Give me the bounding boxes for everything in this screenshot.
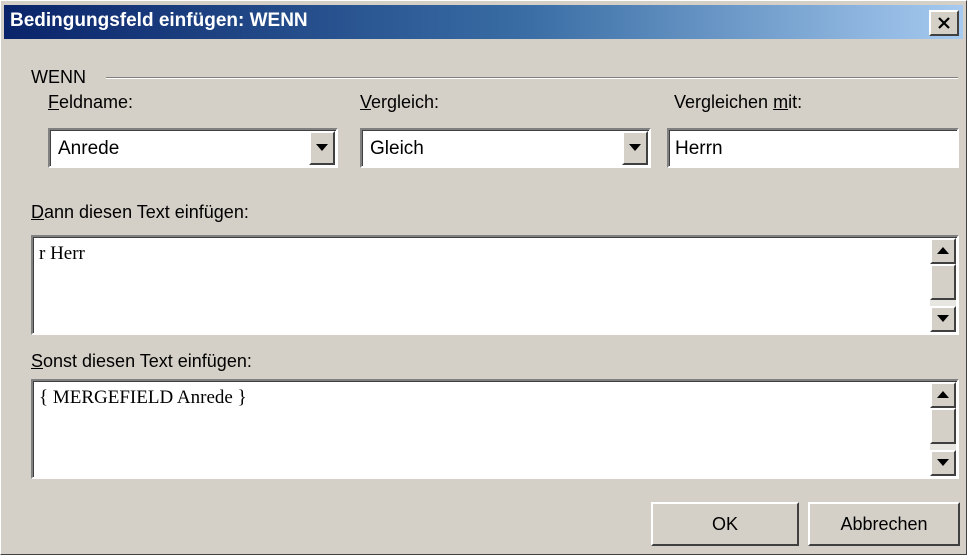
comparison-label: Vergleich: bbox=[360, 92, 439, 113]
comparison-combobox[interactable]: Gleich bbox=[360, 128, 651, 168]
else-text-value: { MERGEFIELD Anrede } bbox=[39, 387, 247, 408]
then-text-accelerator: D bbox=[31, 202, 44, 222]
fieldname-dropdown-button[interactable] bbox=[309, 131, 335, 165]
compare-with-value: Herrn bbox=[675, 138, 723, 159]
then-text-label: Dann diesen Text einfügen: bbox=[31, 202, 249, 223]
comparison-value: Gleich bbox=[370, 138, 424, 159]
group-label-wenn: WENN bbox=[31, 67, 86, 87]
comparison-label-rest: ergleich: bbox=[371, 92, 440, 112]
else-text-area[interactable]: { MERGEFIELD Anrede } bbox=[31, 379, 959, 479]
then-scroll-up-button[interactable] bbox=[930, 238, 956, 264]
else-text-label-rest: onst diesen Text einfügen: bbox=[43, 351, 252, 371]
compare-with-label-rest: it: bbox=[788, 92, 803, 112]
else-text-label: Sonst diesen Text einfügen: bbox=[31, 351, 252, 372]
dialog-title: Bedingungsfeld einfügen: WENN bbox=[10, 10, 308, 31]
else-scroll-down-button[interactable] bbox=[930, 450, 956, 476]
then-text-value: r Herr bbox=[39, 243, 85, 264]
compare-with-input[interactable]: Herrn bbox=[667, 128, 959, 168]
else-scroll-thumb[interactable] bbox=[930, 408, 956, 444]
scroll-up-arrow-icon bbox=[937, 247, 949, 254]
fieldname-label: Feldname: bbox=[48, 92, 133, 113]
scroll-down-arrow-icon bbox=[937, 459, 949, 466]
insert-if-field-dialog: Bedingungsfeld einfügen: WENN WENN Feldn… bbox=[0, 0, 967, 555]
fieldname-label-rest: eldname: bbox=[59, 92, 134, 112]
fieldname-combobox[interactable]: Anrede bbox=[48, 128, 338, 168]
fieldname-value: Anrede bbox=[58, 138, 120, 159]
comparison-dropdown-button[interactable] bbox=[622, 131, 648, 165]
then-text-label-rest: ann diesen Text einfügen: bbox=[44, 202, 249, 222]
title-bar[interactable]: Bedingungsfeld einfügen: WENN bbox=[4, 5, 963, 39]
compare-with-label-pre: Vergleichen bbox=[674, 92, 774, 112]
chevron-down-icon bbox=[316, 144, 328, 151]
then-scroll-down-button[interactable] bbox=[930, 306, 956, 332]
close-icon bbox=[938, 17, 950, 29]
compare-with-label: Vergleichen mit: bbox=[674, 92, 802, 113]
ok-button[interactable]: OK bbox=[651, 502, 799, 546]
then-text-area[interactable]: r Herr bbox=[31, 235, 959, 335]
scroll-up-arrow-icon bbox=[937, 391, 949, 398]
scroll-down-arrow-icon bbox=[937, 315, 949, 322]
compare-with-accelerator: m bbox=[773, 92, 789, 112]
then-text-scrollbar[interactable] bbox=[930, 238, 956, 332]
else-text-scrollbar[interactable] bbox=[930, 382, 956, 476]
group-divider bbox=[106, 77, 958, 79]
chevron-down-icon bbox=[629, 144, 641, 151]
comparison-accelerator: V bbox=[360, 92, 372, 112]
then-scroll-thumb[interactable] bbox=[930, 264, 956, 300]
else-scroll-up-button[interactable] bbox=[930, 382, 956, 408]
fieldname-accelerator: F bbox=[48, 92, 59, 112]
cancel-button[interactable]: Abbrechen bbox=[808, 502, 960, 546]
else-text-accelerator: S bbox=[31, 351, 44, 371]
close-button[interactable] bbox=[929, 10, 959, 36]
